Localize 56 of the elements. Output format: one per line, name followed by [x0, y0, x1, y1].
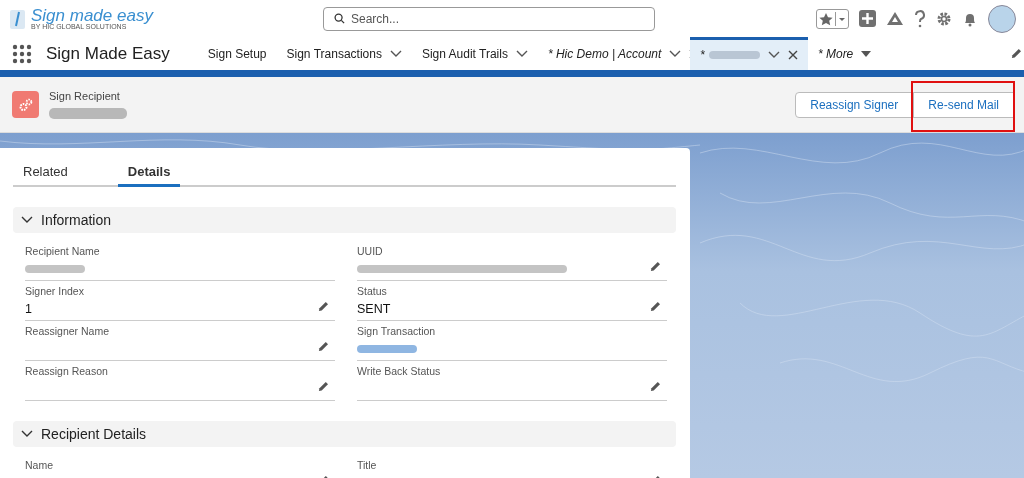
- star-icon: [817, 11, 835, 26]
- help-icon[interactable]: [914, 9, 926, 28]
- field-label: Reassigner Name: [25, 325, 111, 337]
- field-label: Name: [25, 459, 54, 471]
- pencil-icon[interactable]: [318, 341, 329, 352]
- field-label: Write Back Status: [357, 365, 442, 377]
- section-title: Recipient Details: [41, 426, 147, 442]
- pencil-icon[interactable]: [318, 301, 329, 312]
- app-launcher-icon[interactable]: [12, 43, 32, 64]
- chevron-down-icon[interactable]: [21, 430, 33, 438]
- pencil-icon[interactable]: [650, 261, 661, 272]
- close-icon[interactable]: [787, 50, 798, 60]
- gears-icon: [17, 96, 34, 113]
- record-tab[interactable]: Details: [117, 158, 181, 187]
- app-name: Sign Made Easy: [46, 42, 170, 65]
- nav-tab[interactable]: Sign Audit Trails: [411, 37, 538, 70]
- field-label: Sign Transaction: [357, 325, 437, 337]
- nav-tab[interactable]: Sign Setup: [197, 37, 277, 70]
- nav-tab[interactable]: Sign Transactions: [276, 37, 412, 70]
- caret-icon[interactable]: [861, 50, 872, 57]
- action-button[interactable]: Re-send Mail: [913, 91, 1014, 118]
- add-icon[interactable]: [859, 10, 876, 27]
- section-header[interactable]: Recipient Details: [13, 421, 676, 447]
- chevron-down-icon[interactable]: [21, 216, 33, 224]
- field-label: Status: [357, 285, 388, 297]
- chevron-down-icon[interactable]: [669, 49, 682, 58]
- pencil-icon[interactable]: [650, 381, 661, 392]
- object-type: Sign Recipient: [49, 90, 121, 102]
- chevron-down-icon[interactable]: [515, 49, 528, 58]
- field-value: SENT: [357, 302, 391, 316]
- field-label: Recipient Name: [25, 245, 101, 257]
- field-label: Title: [357, 459, 378, 471]
- search-field[interactable]: Search...: [323, 6, 655, 31]
- field-label: Signer Index: [25, 285, 85, 297]
- redacted-field-link[interactable]: [357, 345, 417, 353]
- search-icon: [334, 13, 345, 24]
- pencil-icon[interactable]: [650, 301, 661, 312]
- field-value: 1: [25, 302, 32, 316]
- record-tab[interactable]: Related: [13, 158, 78, 187]
- logo-title: Sign made easy: [31, 7, 153, 23]
- chevron-down-icon[interactable]: [767, 51, 780, 59]
- search-placeholder: Search...: [351, 11, 400, 26]
- favorites-button[interactable]: [816, 8, 849, 29]
- field-label: UUID: [357, 245, 384, 257]
- section-title: Information: [41, 212, 112, 228]
- edit-nav-icon[interactable]: [1011, 48, 1022, 59]
- section-header[interactable]: Information: [13, 207, 676, 233]
- caret-icon: [835, 11, 848, 26]
- pencil-icon[interactable]: [318, 381, 329, 392]
- settings-icon[interactable]: [936, 10, 952, 27]
- chevron-down-icon[interactable]: [389, 49, 402, 58]
- action-button[interactable]: Reassign Signer: [795, 91, 914, 118]
- user-avatar[interactable]: [988, 4, 1016, 33]
- field-label: Reassign Reason: [25, 365, 109, 377]
- workspace-tab[interactable]: *: [689, 37, 808, 70]
- more-menu[interactable]: * More: [807, 37, 882, 70]
